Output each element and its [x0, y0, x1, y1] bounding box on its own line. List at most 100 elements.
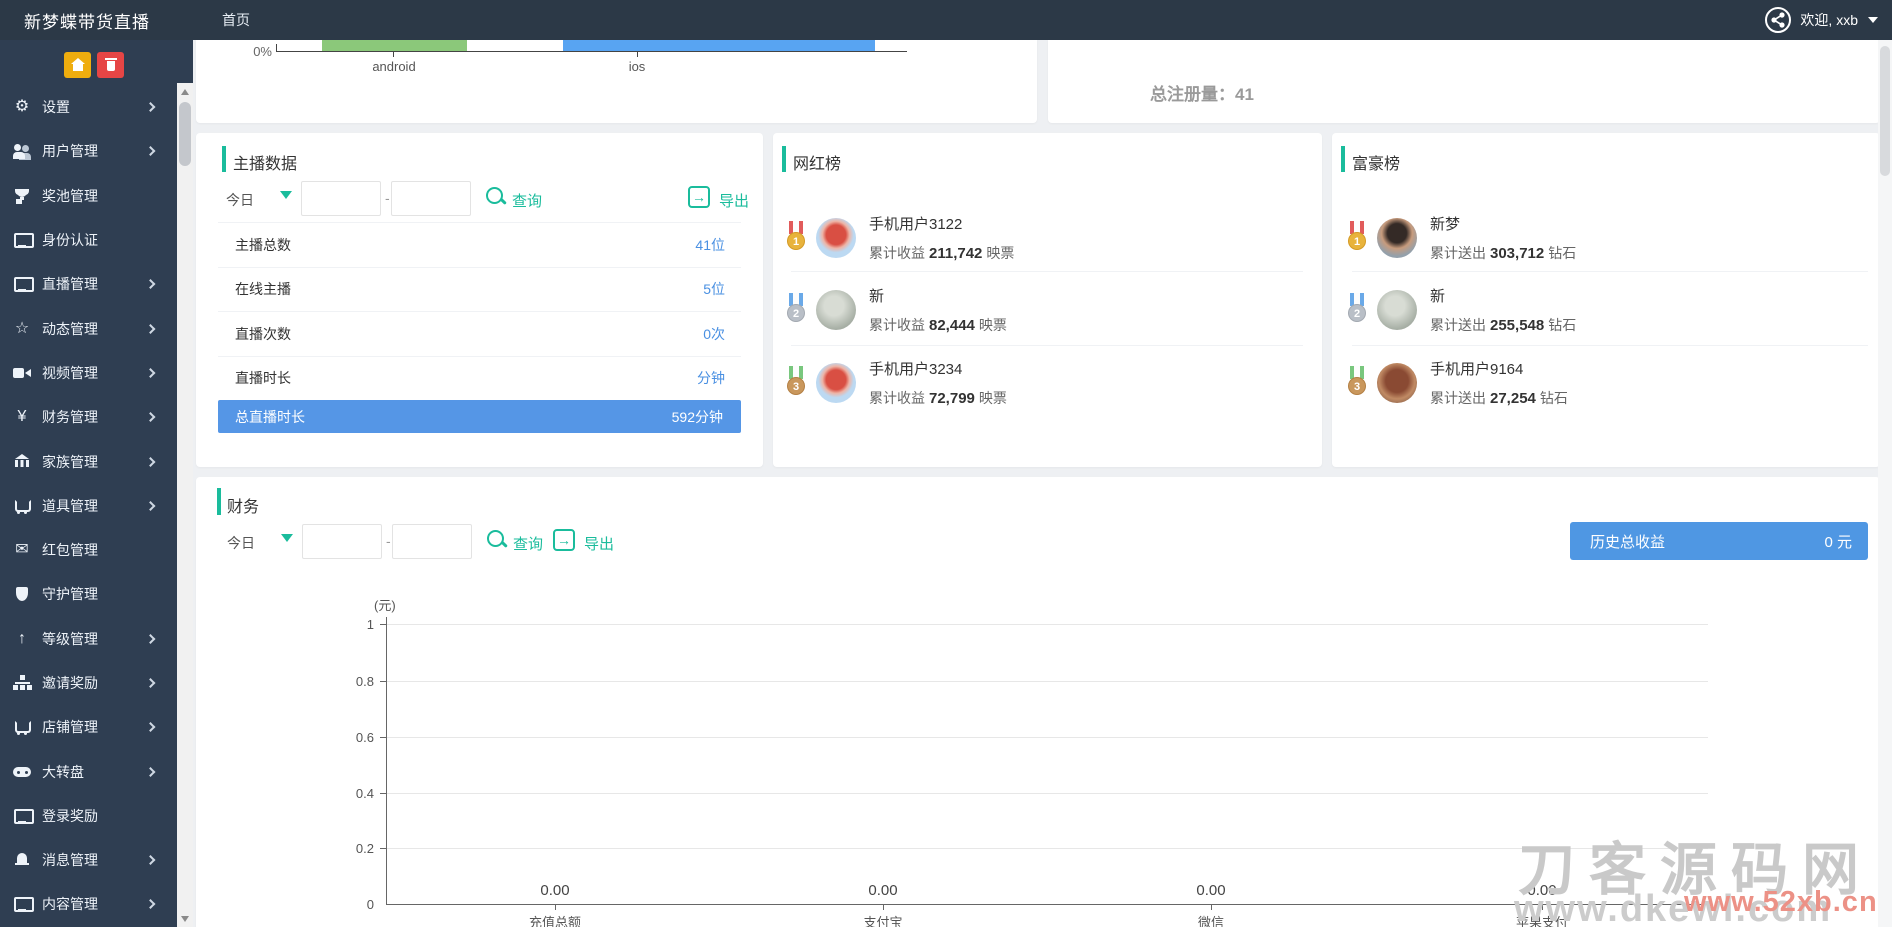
nav-tab-home[interactable]: 首页 [222, 10, 250, 30]
rank-row[interactable]: 2 新 累计收益 82,444 映票 [786, 285, 1007, 335]
user-avatar-icon[interactable] [1764, 6, 1792, 34]
ios-label: ios [628, 59, 646, 74]
total-duration-bar: 总直播时长 592分钟 [218, 400, 741, 433]
rank-row[interactable]: 3 手机用户3234 累计收益 72,799 映票 [786, 358, 1007, 408]
date-preset-label[interactable]: 今日 [226, 190, 254, 210]
avatar[interactable] [816, 363, 856, 403]
history-revenue-button[interactable]: 历史总收益 0 元 [1570, 522, 1868, 560]
avatar[interactable] [1377, 218, 1417, 258]
date-preset-label[interactable]: 今日 [227, 533, 255, 553]
rank-user-name: 手机用户3234 [869, 361, 963, 378]
sidebar-item-shop[interactable]: 店铺管理 [0, 705, 176, 749]
sidebar-item-prize-pool[interactable]: 奖池管理 [0, 174, 176, 218]
sidebar-item-identity[interactable]: 身份认证 [0, 218, 176, 262]
scroll-up-arrow-icon[interactable] [177, 83, 193, 100]
sidebar: ⚙ 设置 用户管理 奖池管理 身份认证 直播管理 ☆ 动态管理 视频管理 ¥ 财务管理… [0, 40, 193, 927]
page-scrollbar-thumb[interactable] [1880, 46, 1890, 176]
bronze-medal-icon: 3 [786, 366, 806, 400]
yen-icon: ¥ [17, 408, 27, 426]
export-icon[interactable]: → [688, 186, 710, 208]
preset-dropdown-caret-icon[interactable] [280, 191, 292, 199]
y-tick-label: 0.2 [355, 841, 374, 856]
home-button[interactable] [64, 52, 91, 78]
cart-icon [13, 497, 31, 515]
row-divider [791, 345, 1303, 346]
rank-row[interactable]: 1 手机用户3122 累计收益 211,742 映票 [786, 213, 1014, 263]
bell-icon [13, 851, 31, 869]
date-to-input[interactable] [391, 181, 471, 216]
monitor-icon [13, 807, 34, 825]
sidebar-item-wheel[interactable]: 大转盘 [0, 749, 176, 793]
search-icon[interactable] [486, 529, 508, 551]
y-tick-label: 1 [366, 617, 374, 632]
ios-bar [563, 40, 875, 51]
sidebar-scrollbar-thumb[interactable] [179, 102, 191, 166]
avatar[interactable] [816, 218, 856, 258]
chevron-right-icon [145, 456, 156, 467]
sidebar-item-level[interactable]: ↑ 等级管理 [0, 617, 176, 661]
rank-row[interactable]: 1 新梦 累计送出 303,712 钻石 [1347, 213, 1576, 263]
sidebar-item-content[interactable]: 内容管理 [0, 882, 176, 926]
scroll-down-arrow-icon[interactable] [177, 910, 193, 927]
total-duration-label: 总直播时长 [235, 408, 305, 425]
y-tick-label: 0 [366, 897, 374, 912]
history-revenue-value: 0 元 [1824, 533, 1852, 551]
preset-dropdown-caret-icon[interactable] [281, 534, 293, 542]
user-menu-caret-icon[interactable] [1868, 17, 1878, 23]
trophy-icon [13, 187, 31, 205]
gold-medal-icon: 1 [786, 221, 806, 255]
avatar[interactable] [1377, 290, 1417, 330]
date-from-input[interactable] [301, 181, 381, 216]
sidebar-menu: ⚙ 设置 用户管理 奖池管理 身份认证 直播管理 ☆ 动态管理 视频管理 ¥ 财务管理… [0, 85, 176, 927]
anchor-data-panel: 主播数据 今日 - 查询 → 导出 主播总数 41位 在线主播 5位 直播次数 0次 … [196, 133, 763, 467]
sidebar-item-red-packet[interactable]: ✉ 红包管理 [0, 528, 176, 572]
page-scrollbar[interactable] [1878, 40, 1892, 927]
chevron-right-icon [145, 633, 156, 644]
rank-user-metric: 累计收益 72,799 映票 [869, 390, 1007, 407]
x-axis-line [386, 904, 1708, 905]
x-category-label: 充值总额 [528, 915, 581, 927]
query-button[interactable]: 查询 [512, 190, 542, 211]
sidebar-item-live[interactable]: 直播管理 [0, 262, 176, 306]
monitor-icon [13, 895, 34, 913]
y-axis-line [386, 617, 387, 904]
history-revenue-label: 历史总收益 [1590, 533, 1666, 551]
sidebar-item-login-reward[interactable]: 登录奖励 [0, 794, 176, 838]
export-button[interactable]: 导出 [584, 533, 614, 554]
export-button[interactable]: 导出 [719, 190, 749, 211]
sidebar-item-finance[interactable]: ¥ 财务管理 [0, 395, 176, 439]
sidebar-item-invite-reward[interactable]: 邀请奖励 [0, 661, 176, 705]
sidebar-scrollbar[interactable] [177, 83, 193, 927]
panel-accent [1341, 146, 1345, 172]
gridline [386, 624, 1708, 625]
registration-card: 总注册量：41 [1048, 40, 1880, 123]
welcome-text[interactable]: 欢迎, xxb [1800, 10, 1858, 30]
avatar[interactable] [816, 290, 856, 330]
android-bar [322, 40, 467, 51]
x-category-label: 支付宝 [863, 915, 903, 927]
search-icon[interactable] [485, 186, 507, 208]
sidebar-item-users[interactable]: 用户管理 [0, 129, 176, 173]
total-duration-value: 592分钟 [671, 408, 723, 425]
sidebar-item-message[interactable]: 消息管理 [0, 838, 176, 882]
date-to-input[interactable] [392, 524, 472, 559]
rank-row[interactable]: 2 新 累计送出 255,548 钻石 [1347, 285, 1576, 335]
sidebar-item-guardian[interactable]: 守护管理 [0, 572, 176, 616]
sidebar-item-settings[interactable]: ⚙ 设置 [0, 85, 176, 129]
stat-row: 直播时长 分钟 [218, 355, 741, 401]
monitor-icon [13, 231, 34, 249]
date-from-input[interactable] [302, 524, 382, 559]
y-tick-label: 0.8 [355, 674, 374, 689]
avatar[interactable] [1377, 363, 1417, 403]
rank-row[interactable]: 3 手机用户9164 累计送出 27,254 钻石 [1347, 358, 1568, 408]
sidebar-item-moments[interactable]: ☆ 动态管理 [0, 306, 176, 350]
rank-user-name: 新 [1430, 288, 1446, 305]
export-icon[interactable]: → [553, 529, 575, 551]
bar-value-label: 0.00 [540, 882, 570, 899]
sidebar-item-props[interactable]: 道具管理 [0, 484, 176, 528]
query-button[interactable]: 查询 [513, 533, 543, 554]
sidebar-item-video[interactable]: 视频管理 [0, 351, 176, 395]
y-tick-label: 0.4 [355, 786, 374, 801]
clear-button[interactable] [97, 52, 124, 78]
sidebar-item-family[interactable]: 家族管理 [0, 439, 176, 483]
